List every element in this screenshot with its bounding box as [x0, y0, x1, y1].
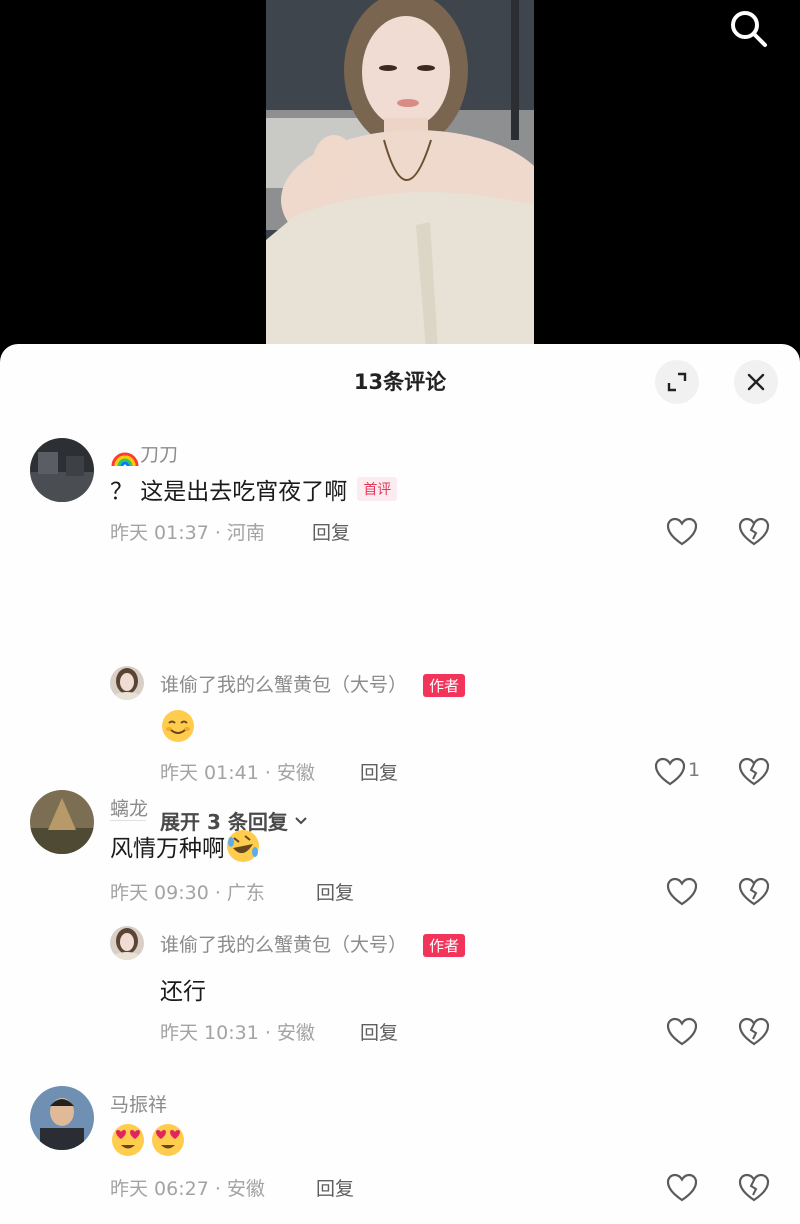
reply-button[interactable]: 回复 — [360, 758, 398, 785]
username[interactable]: 马振祥 — [110, 1090, 167, 1117]
reply-button[interactable]: 回复 — [316, 1174, 354, 1201]
comment-meta: 昨天 01:37 · 河南 — [110, 522, 265, 544]
heart-icon — [654, 757, 686, 786]
reply-username[interactable]: 谁偷了我的么蟹黄包（大号） 作者 — [160, 930, 466, 957]
dislike-button[interactable] — [736, 754, 772, 790]
like-count: 1 — [688, 759, 701, 781]
like-button[interactable] — [652, 754, 688, 790]
expand-sheet-button[interactable] — [655, 360, 699, 404]
rainbow-icon — [111, 452, 139, 466]
like-button[interactable] — [664, 874, 700, 910]
broken-heart-icon — [738, 1017, 770, 1046]
broken-heart-icon — [738, 757, 770, 786]
like-button[interactable] — [664, 1014, 700, 1050]
rolling-laughing-emoji-icon — [227, 830, 259, 862]
dislike-button[interactable] — [736, 874, 772, 910]
reply-button[interactable]: 回复 — [360, 1018, 398, 1045]
comment-sheet: 13条评论 刀刀 ？ 这是出去吃宵夜了啊 首评 昨天 01:37 · 河南 回复… — [0, 344, 800, 1224]
heart-icon — [666, 1173, 698, 1202]
close-sheet-button[interactable] — [734, 360, 778, 404]
broken-heart-icon — [738, 517, 770, 546]
search-icon — [731, 11, 767, 47]
like-button[interactable] — [664, 514, 700, 550]
username[interactable]: 刀刀 — [110, 440, 178, 468]
reply-text: 还行 — [160, 979, 206, 1005]
comment-text: ？ 这是出去吃宵夜了啊 首评 — [110, 472, 398, 506]
dislike-button[interactable] — [736, 514, 772, 550]
heart-eyes-emoji-icon — [112, 1124, 144, 1156]
comment-text: 风情万种啊 — [110, 828, 261, 864]
fullscreen-icon — [667, 372, 687, 392]
heart-eyes-emoji-icon — [152, 1124, 184, 1156]
video-frame — [266, 0, 534, 350]
video-thumbnail — [266, 0, 534, 350]
heart-icon — [666, 517, 698, 546]
reply-username[interactable]: 谁偷了我的么蟹黄包（大号） 作者 — [160, 670, 466, 697]
author-badge: 作者 — [423, 674, 466, 697]
avatar[interactable] — [30, 1086, 94, 1150]
like-button[interactable] — [664, 1170, 700, 1206]
avatar[interactable] — [30, 438, 94, 502]
search-button[interactable] — [724, 4, 772, 52]
video-player[interactable] — [0, 0, 800, 350]
broken-heart-icon — [738, 1173, 770, 1202]
username-text: 刀刀 — [140, 444, 179, 466]
author-badge: 作者 — [423, 934, 466, 957]
heart-icon — [666, 877, 698, 906]
reply-username-text: 谁偷了我的么蟹黄包（大号） — [160, 674, 408, 696]
username[interactable]: 螭龙 — [110, 794, 148, 821]
blushing-smile-emoji-icon — [162, 710, 194, 742]
reply-text — [160, 708, 196, 744]
reply-button[interactable]: 回复 — [316, 878, 354, 905]
broken-heart-icon — [738, 877, 770, 906]
reply-username-text: 谁偷了我的么蟹黄包（大号） — [160, 934, 408, 956]
author-avatar[interactable] — [110, 926, 144, 960]
dislike-button[interactable] — [736, 1170, 772, 1206]
comment-text-content: 风情万种啊 — [110, 836, 225, 862]
dislike-button[interactable] — [736, 1014, 772, 1050]
comment-meta: 昨天 09:30 · 广东 — [110, 882, 265, 904]
reply-button[interactable]: 回复 — [312, 518, 350, 545]
reply-meta: 昨天 10:31 · 安徽 — [160, 1022, 315, 1044]
comment-text-content: ？ 这是出去吃宵夜了啊 — [110, 479, 348, 505]
close-icon — [747, 373, 765, 391]
comment-text — [110, 1122, 186, 1158]
avatar[interactable] — [30, 790, 94, 854]
comment-meta: 昨天 06:27 · 安徽 — [110, 1178, 265, 1200]
author-avatar[interactable] — [110, 666, 144, 700]
chevron-down-icon — [295, 816, 307, 824]
heart-icon — [666, 1017, 698, 1046]
reply-meta: 昨天 01:41 · 安徽 — [160, 762, 315, 784]
first-comment-badge: 首评 — [357, 477, 398, 501]
